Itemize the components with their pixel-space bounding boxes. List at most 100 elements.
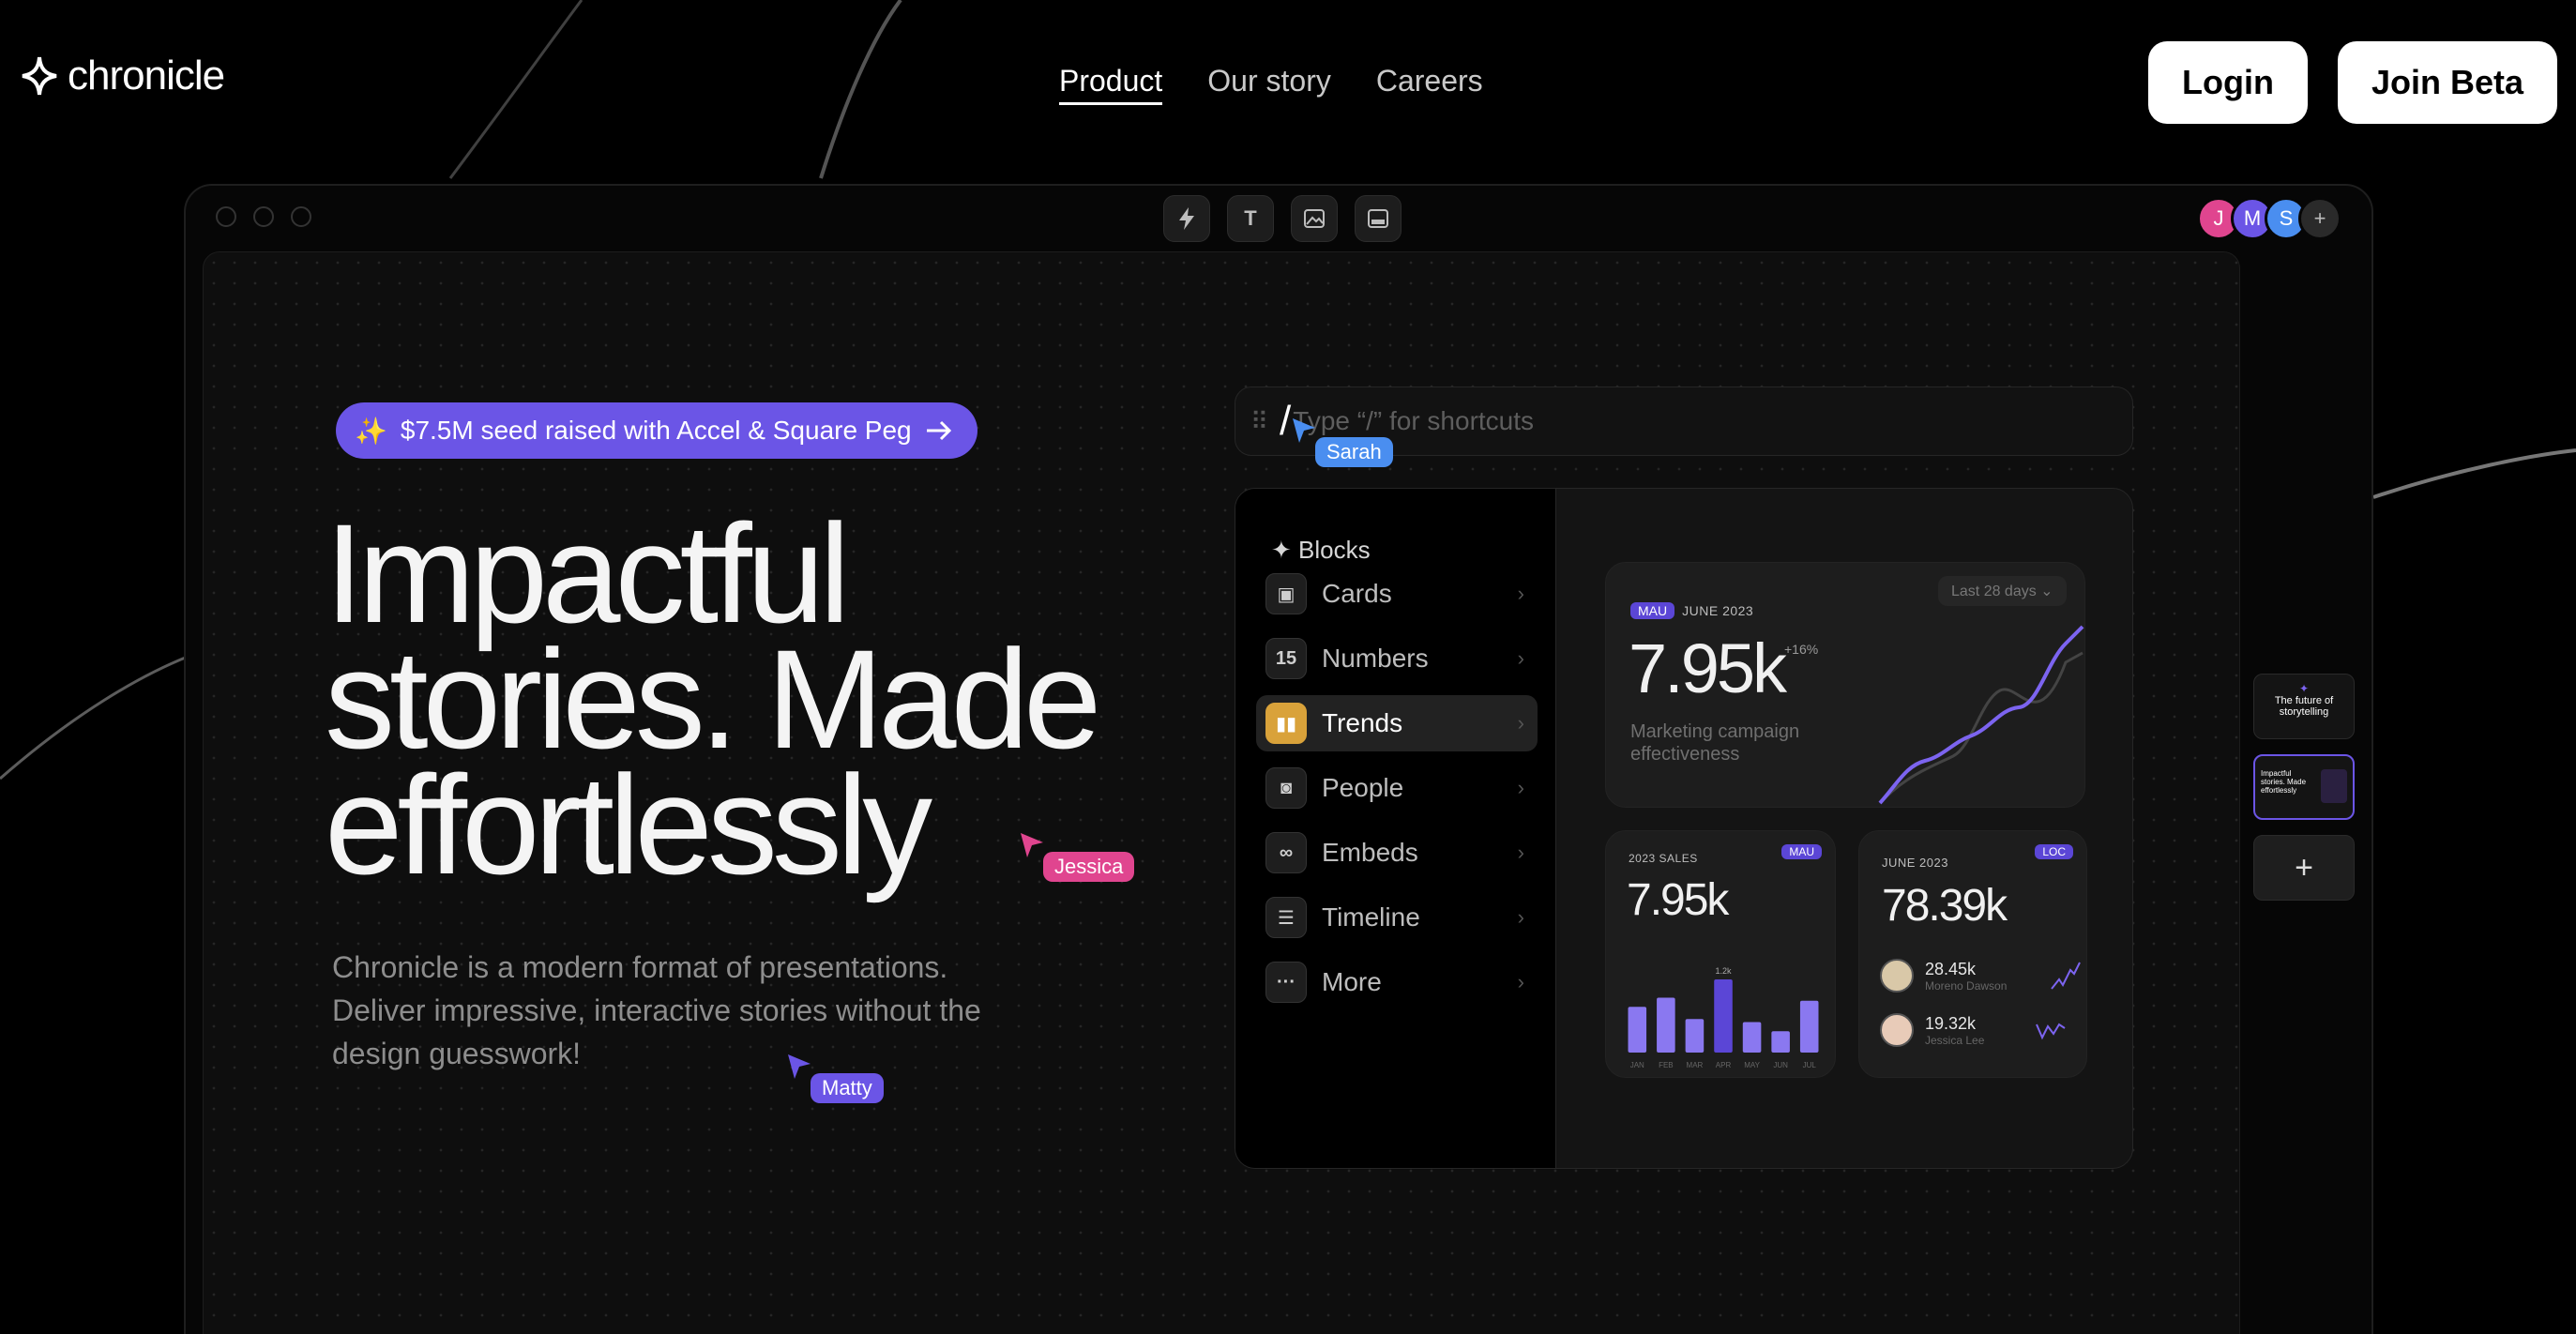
login-button[interactable]: Login xyxy=(2148,41,2308,124)
bar-feb xyxy=(1657,997,1675,1053)
block-label: More xyxy=(1322,967,1382,996)
person-value: 28.45k xyxy=(1925,959,1977,978)
logo-text: chronicle xyxy=(68,53,225,99)
add-collaborator-button[interactable]: + xyxy=(2298,197,2341,240)
headline-line-2: stories. Made xyxy=(325,620,1101,778)
people-card[interactable]: JUNE 2023 LOC 78.39k 28.45k Moreno Dawso… xyxy=(1858,830,2087,1078)
nav-link-careers[interactable]: Careers xyxy=(1376,64,1483,105)
cursor-matty: Matty xyxy=(786,1053,884,1103)
block-item-embeds[interactable]: ∞ Embeds › xyxy=(1256,825,1538,881)
sales-title: 2023 SALES xyxy=(1629,852,1698,865)
pointer-icon xyxy=(1293,418,1315,443)
people-title: JUNE 2023 xyxy=(1882,856,1948,870)
drag-handle-icon[interactable]: ⠿ xyxy=(1250,407,1268,436)
bolt-icon[interactable] xyxy=(1163,195,1210,242)
person-row[interactable]: 28.45k Moreno Dawson xyxy=(1880,959,2082,993)
block-item-timeline[interactable]: ☰ Timeline › xyxy=(1256,889,1538,946)
arrow-right-icon xyxy=(926,420,951,441)
sparkle-logo-icon xyxy=(22,56,57,96)
thumbnail-title: The future of storytelling xyxy=(2274,695,2334,718)
sparkle-icon: ✦ xyxy=(2298,682,2310,695)
trend-line-chart xyxy=(1878,625,2084,805)
sales-tag: MAU xyxy=(1781,844,1822,859)
command-caret: / xyxy=(1280,398,1292,444)
nav-link-product[interactable]: Product xyxy=(1059,64,1163,105)
people-tag: LOC xyxy=(2035,844,2073,859)
tick-label-may: MAY xyxy=(1744,1061,1760,1069)
slide-thumbnail-1[interactable]: ✦ The future of storytelling xyxy=(2253,674,2355,739)
bar-chart-icon: ▮▮ xyxy=(1265,703,1307,744)
cursor-label-matty: Matty xyxy=(811,1073,884,1103)
link-icon: ∞ xyxy=(1265,832,1307,873)
window-maximize-dot[interactable] xyxy=(291,206,311,227)
image-icon: ▣ xyxy=(1265,573,1307,614)
cursor-label-sarah: Sarah xyxy=(1315,437,1393,467)
chronicle-logo[interactable]: chronicle xyxy=(21,53,225,99)
nav-link-our-story[interactable]: Our story xyxy=(1207,64,1331,105)
bar-mar xyxy=(1685,1019,1705,1053)
person-row[interactable]: 19.32k Jessica Lee xyxy=(1880,1013,2067,1047)
editor-toolbar: T xyxy=(1163,195,1402,242)
nav-links: Product Our story Careers xyxy=(1059,64,1483,105)
block-label: Cards xyxy=(1322,579,1392,608)
block-label: Timeline xyxy=(1322,902,1420,932)
chevron-right-icon: › xyxy=(1517,582,1524,605)
chevron-right-icon: › xyxy=(1517,711,1524,735)
add-slide-button[interactable]: + xyxy=(2253,835,2355,901)
metric-card-main[interactable]: MAU JUNE 2023 Last 28 days ⌄ 7.95k +16% … xyxy=(1605,562,2085,808)
block-item-numbers[interactable]: 15 Numbers › xyxy=(1256,630,1538,687)
thumbnail-preview xyxy=(2321,769,2347,803)
person-name: Jessica Lee xyxy=(1925,1033,1985,1047)
top-navigation: chronicle Product Our story Careers Logi… xyxy=(0,0,2576,169)
text-icon[interactable]: T xyxy=(1227,195,1274,242)
funding-badge[interactable]: ✨ $7.5M seed raised with Accel & Square … xyxy=(336,402,977,459)
bar-jun xyxy=(1771,1031,1790,1053)
card-period: JUNE 2023 xyxy=(1682,603,1754,618)
tick-label-jan: JAN xyxy=(1630,1061,1644,1069)
window-minimize-dot[interactable] xyxy=(253,206,274,227)
tick-label-jul: JUL xyxy=(1803,1061,1817,1069)
chevron-right-icon: › xyxy=(1517,646,1524,670)
avatar xyxy=(1880,1013,1914,1047)
number-icon: 15 xyxy=(1265,638,1307,679)
card-tag: MAU xyxy=(1630,602,1675,619)
chevron-right-icon: › xyxy=(1517,970,1524,993)
layout-icon[interactable] xyxy=(1355,195,1402,242)
pointer-icon xyxy=(1021,833,1043,857)
hero-description: Chronicle is a modern format of presenta… xyxy=(332,950,981,1070)
person-value: 19.32k xyxy=(1925,1013,1977,1033)
cursor-jessica: Jessica xyxy=(1019,831,1135,882)
sales-card[interactable]: 2023 SALES MAU 7.95k JAN FEB MAR APR 1.2k MAY… xyxy=(1605,830,1836,1078)
tick-label-mar: MAR xyxy=(1687,1061,1704,1069)
block-item-cards[interactable]: ▣ Cards › xyxy=(1256,566,1538,622)
block-item-people[interactable]: ◙ People › xyxy=(1256,760,1538,816)
sales-value: 7.95k xyxy=(1627,875,1729,925)
person-name: Moreno Dawson xyxy=(1925,978,2008,993)
collaborator-avatars: J M S + xyxy=(2197,197,2341,240)
slide-thumbnail-2[interactable]: Impactful stories. Made effortlessly xyxy=(2253,754,2355,820)
badge-text: $7.5M seed raised with Accel & Square Pe… xyxy=(400,416,912,445)
avatar xyxy=(1880,959,1914,993)
date-range-select[interactable]: Last 28 days ⌄ xyxy=(1938,576,2067,606)
block-item-more[interactable]: ··· More › xyxy=(1256,954,1538,1010)
hero-headline: Impactful stories. Made effortlessly xyxy=(325,494,1101,903)
timeline-icon: ☰ xyxy=(1265,897,1307,938)
headline-line-1: Impactful xyxy=(325,494,851,652)
join-beta-button[interactable]: Join Beta xyxy=(2338,41,2557,124)
cursor-sarah: Sarah xyxy=(1291,417,1393,467)
block-item-trends[interactable]: ▮▮ Trends › xyxy=(1256,695,1538,751)
block-label: People xyxy=(1322,773,1404,802)
window-controls xyxy=(216,206,311,227)
window-close-dot[interactable] xyxy=(216,206,236,227)
blocks-menu: ✦ Blocks ▣ Cards › 15 Numbers › ▮▮ Trend… xyxy=(1235,489,1556,1168)
headline-line-3: effortlessly xyxy=(325,746,932,903)
pointer-icon xyxy=(788,1054,811,1079)
bar-may xyxy=(1742,1022,1762,1053)
more-icon: ··· xyxy=(1265,962,1307,1003)
image-icon[interactable] xyxy=(1291,195,1338,242)
bar-jul xyxy=(1799,1000,1819,1053)
sales-bar-chart: JAN FEB MAR APR 1.2k MAY JUN JUL xyxy=(1628,966,1819,1069)
card-caption: Marketing campaign effectiveness xyxy=(1630,721,1800,765)
thumbnail-title: Impactful stories. Made effortlessly xyxy=(2261,769,2307,795)
cursor-label-jessica: Jessica xyxy=(1043,852,1135,882)
